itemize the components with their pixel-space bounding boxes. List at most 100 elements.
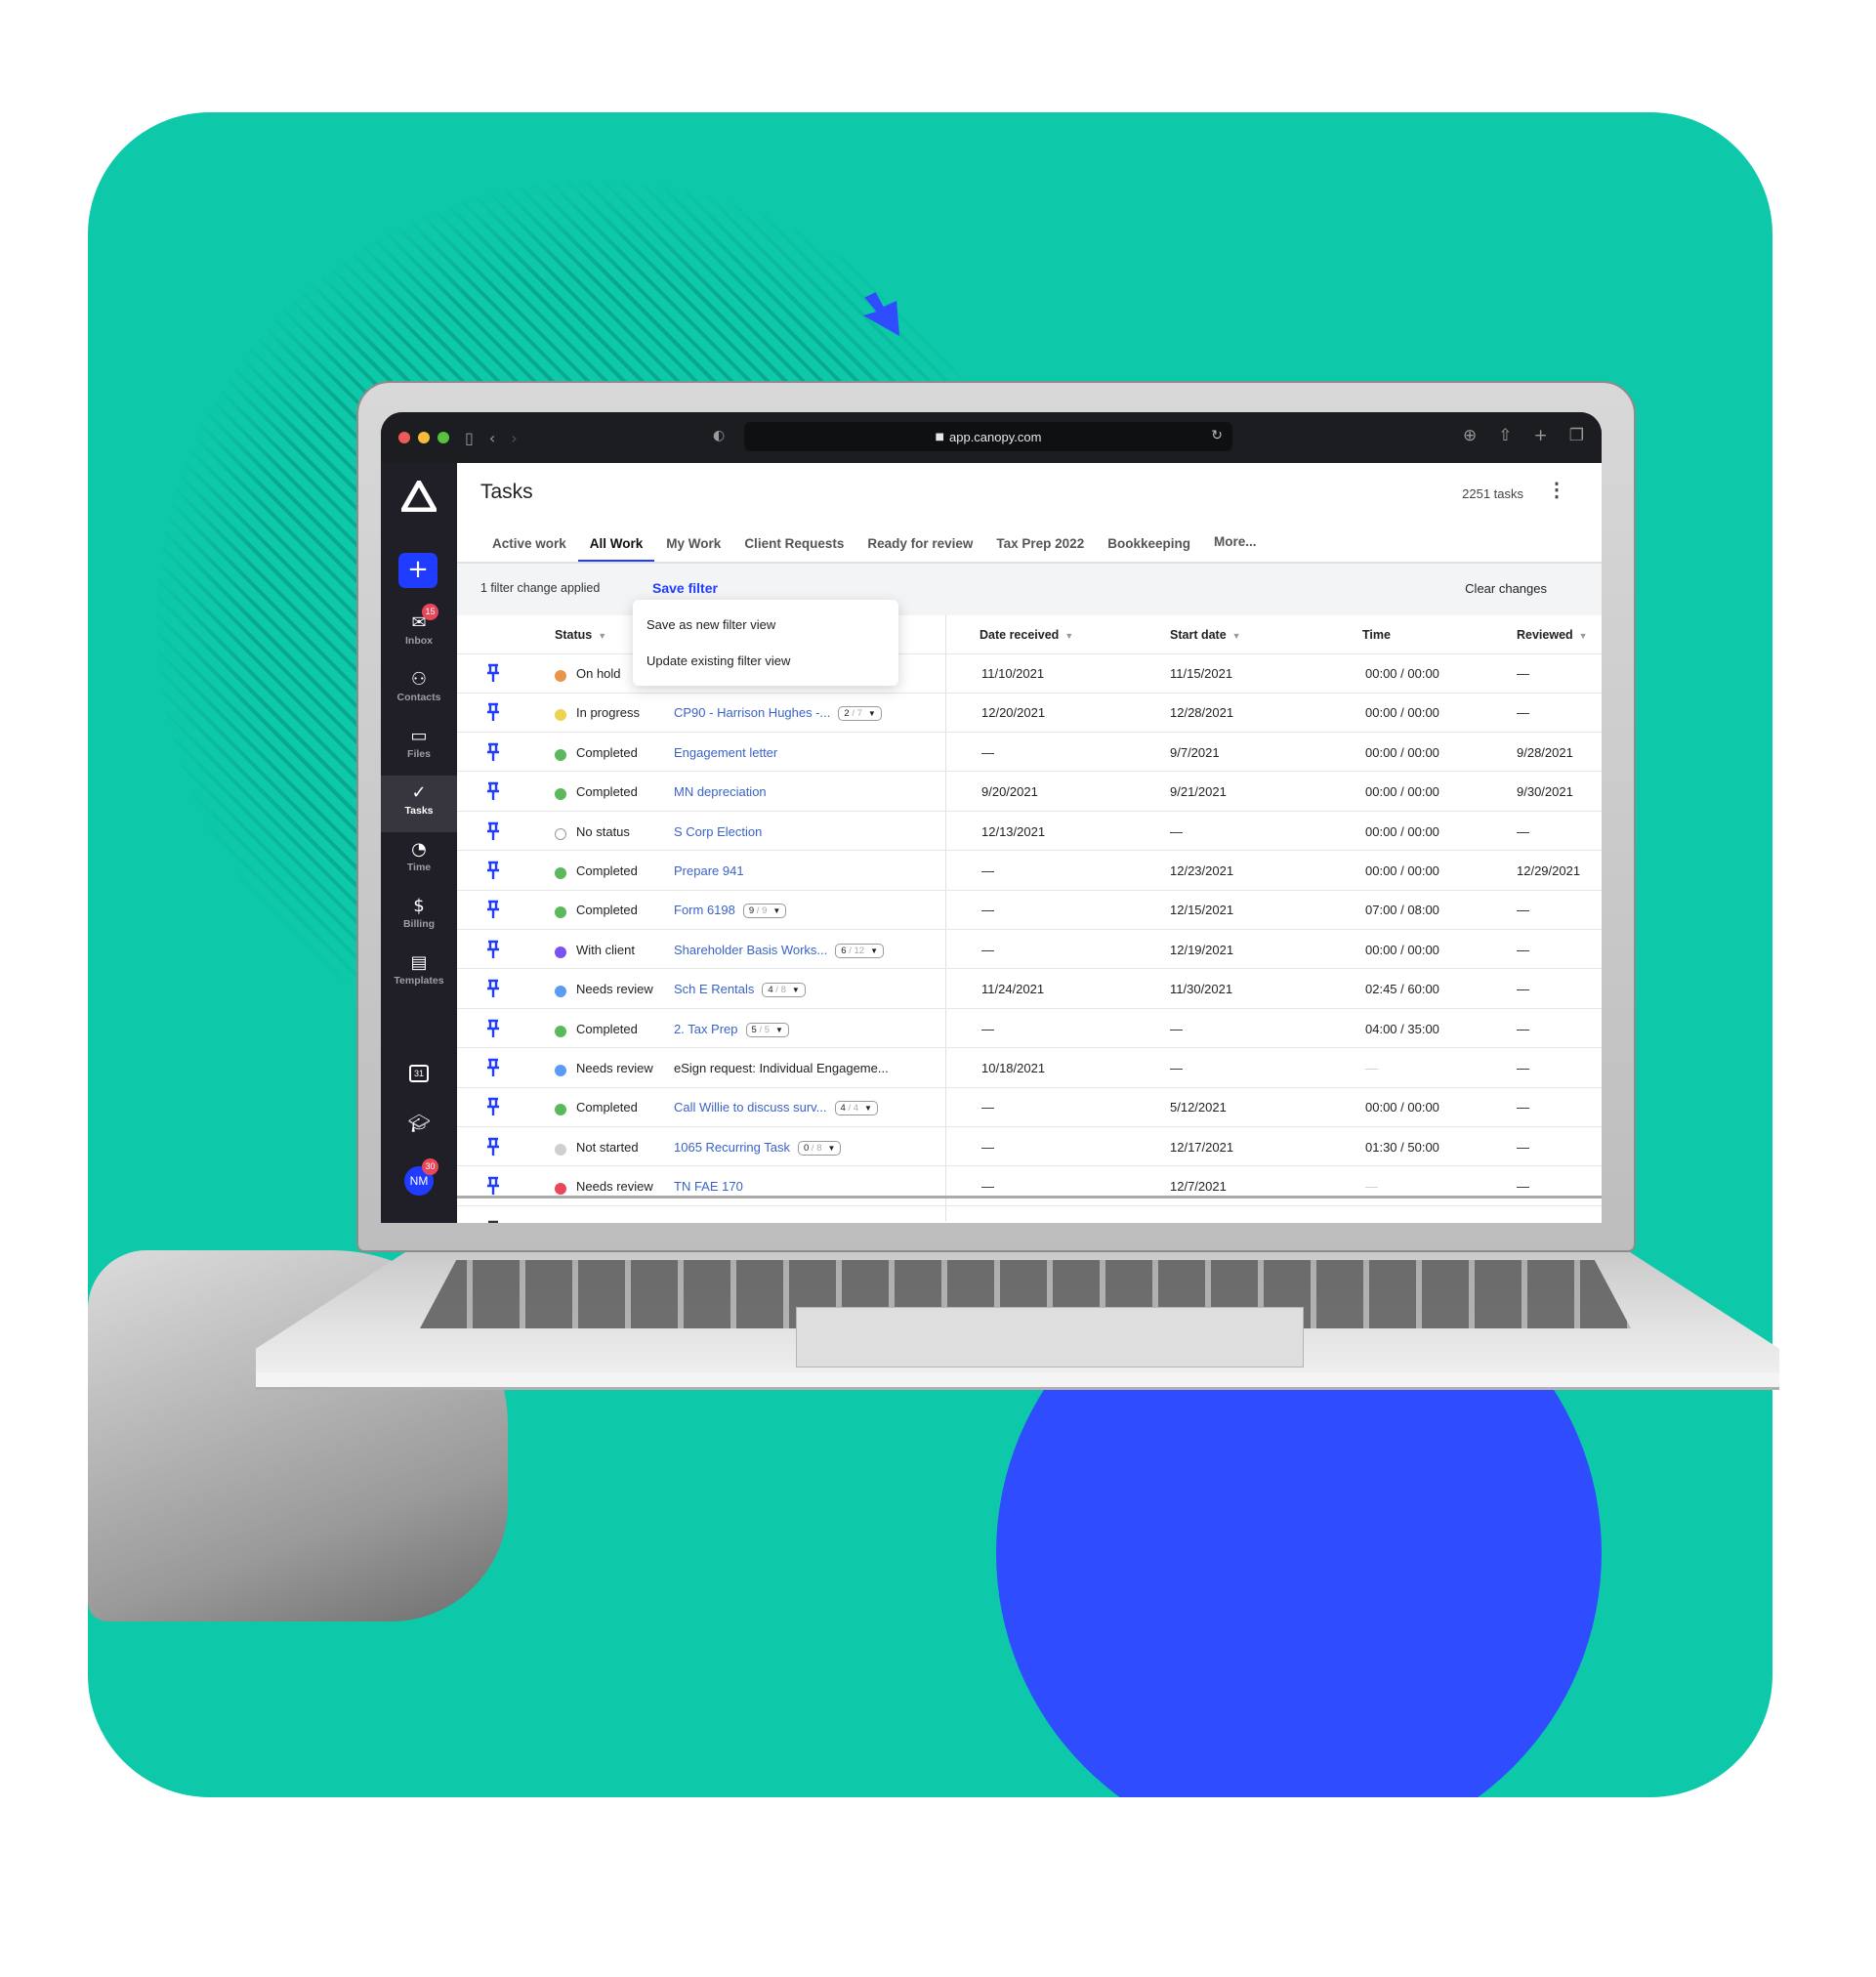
pin-icon[interactable] <box>486 1220 500 1223</box>
table-row[interactable]: No status S Corp Election 12/13/2021 — 00:00… <box>457 813 1602 852</box>
forward-icon[interactable]: › <box>511 429 517 447</box>
task-name[interactable]: Form 6198 <box>674 903 735 917</box>
pin-icon[interactable] <box>486 861 500 880</box>
table-row[interactable]: Completed Form 6198 9 / 9 ▼ — 12/15/2021 07:00… <box>457 891 1602 930</box>
task-name[interactable]: 1065 Recurring Task <box>674 1140 790 1155</box>
table-row[interactable]: Needs review Sch E Rentals 4 / 8 ▼ 11/24/202… <box>457 970 1602 1009</box>
pin-icon[interactable] <box>486 702 500 722</box>
table-row[interactable]: Not started 1065 Recurring Task 0 / 8 ▼ — 12/… <box>457 1128 1602 1167</box>
graduation-cap-icon[interactable]: 🎓︎ <box>381 1114 457 1134</box>
sidebar-item-tasks[interactable]: ✓ Tasks <box>381 776 457 832</box>
close-window-button[interactable] <box>398 432 410 443</box>
sidebar-toggle-icon[interactable]: ▯ <box>465 429 474 447</box>
new-tab-icon[interactable]: + <box>1534 426 1548 445</box>
status-label[interactable]: Needs review <box>576 1179 653 1194</box>
tab-active-work[interactable]: Active work <box>480 531 578 563</box>
subtask-progress-chip[interactable]: 6 / 12 ▼ <box>835 943 884 958</box>
column-date-received[interactable]: Date received ▼ <box>980 628 1073 642</box>
status-label[interactable]: In progress <box>576 705 640 720</box>
download-icon[interactable]: ⊕ <box>1463 426 1477 445</box>
clear-changes-button[interactable]: Clear changes <box>1465 581 1547 596</box>
minimize-window-button[interactable] <box>418 432 430 443</box>
reload-icon[interactable]: ↻ <box>1211 428 1223 443</box>
table-row[interactable]: In progress CP90 - Harrison Hughes -... 2 … <box>457 694 1602 733</box>
table-row[interactable]: Completed MN depreciation 9/20/2021 9/21/20… <box>457 773 1602 812</box>
status-label[interactable]: Completed <box>576 1022 638 1036</box>
menu-item-save-as-new[interactable]: Save as new filter view <box>646 617 775 632</box>
task-name[interactable]: MN depreciation <box>674 784 767 799</box>
pin-icon[interactable] <box>486 900 500 919</box>
more-options-icon[interactable]: ⋮ <box>1547 481 1566 500</box>
pin-icon[interactable] <box>486 781 500 801</box>
task-name[interactable]: 2. Tax Prep <box>674 1022 738 1036</box>
table-row[interactable]: Completed Engagement letter — 9/7/2021 00:00… <box>457 734 1602 773</box>
pin-icon[interactable] <box>486 940 500 959</box>
task-name[interactable]: Shareholder Basis Works... <box>674 943 827 957</box>
sidebar-item-inbox[interactable]: ✉ Inbox 15 <box>381 604 457 662</box>
add-button[interactable]: + <box>398 553 438 588</box>
canopy-logo-icon[interactable] <box>401 481 437 512</box>
column-time[interactable]: Time <box>1362 628 1391 642</box>
pin-icon[interactable] <box>486 1097 500 1116</box>
tab-all-work[interactable]: All Work <box>577 531 655 563</box>
address-bar[interactable]: ■ app.canopy.com ↻ <box>744 422 1232 451</box>
task-name[interactable]: TN FAE 170 <box>674 1179 743 1194</box>
table-row[interactable]: Completedtest 15/17/201700:00 / 00:00 <box>457 1211 1602 1223</box>
subtask-progress-chip[interactable]: 4 / 8 ▼ <box>762 983 806 998</box>
status-label[interactable]: On hold <box>576 666 621 681</box>
pin-icon[interactable] <box>486 979 500 998</box>
tab-more[interactable]: More... <box>1202 531 1269 563</box>
pin-icon[interactable] <box>486 1137 500 1157</box>
status-label[interactable]: Completed <box>576 1100 638 1115</box>
sidebar-item-billing[interactable]: $ Billing <box>381 889 457 946</box>
pin-icon[interactable] <box>486 1058 500 1077</box>
table-row[interactable]: On hold 11/10/2021 11/15/2021 00:00 / 00:00… <box>457 654 1602 694</box>
status-label[interactable]: Needs review <box>576 1061 653 1075</box>
back-icon[interactable]: ‹ <box>489 429 495 447</box>
status-label[interactable]: Needs review <box>576 982 653 996</box>
table-row[interactable]: Completed 2. Tax Prep 5 / 5 ▼ — — 04:00 / 35:0… <box>457 1010 1602 1049</box>
task-name[interactable]: Prepare 941 <box>674 863 744 878</box>
pin-icon[interactable] <box>486 1019 500 1038</box>
task-name[interactable]: Engagement letter <box>674 745 777 760</box>
pin-icon[interactable] <box>486 821 500 841</box>
table-row[interactable]: With client Shareholder Basis Works... 6 /… <box>457 931 1602 970</box>
subtask-progress-chip[interactable]: 5 / 5 ▼ <box>745 1022 789 1037</box>
pin-icon[interactable] <box>486 663 500 683</box>
subtask-progress-chip[interactable]: 4 / 4 ▼ <box>834 1101 878 1116</box>
sidebar-item-templates[interactable]: ▤ Templates <box>381 946 457 1002</box>
task-name[interactable]: S Corp Election <box>674 824 762 839</box>
tabs-overview-icon[interactable]: ❐ <box>1569 426 1584 445</box>
column-reviewed[interactable]: Reviewed ▼ <box>1517 628 1588 642</box>
sidebar-item-time[interactable]: ◔ Time <box>381 832 457 889</box>
status-label[interactable]: No status <box>576 824 630 839</box>
tab-bookkeeping[interactable]: Bookkeeping <box>1096 531 1202 563</box>
share-icon[interactable]: ⇧ <box>1498 426 1512 445</box>
tab-ready-for-review[interactable]: Ready for review <box>855 531 984 563</box>
status-label[interactable]: Not started <box>576 1140 639 1155</box>
user-avatar[interactable]: NM 30 <box>404 1158 438 1196</box>
task-name[interactable]: Call Willie to discuss surv... <box>674 1100 827 1115</box>
sidebar-item-files[interactable]: ▭ Files <box>381 719 457 776</box>
task-name[interactable]: Sch E Rentals <box>674 982 754 996</box>
status-label[interactable]: Completed <box>576 784 638 799</box>
task-name[interactable]: eSign request: Individual Engageme... <box>674 1061 889 1075</box>
tab-client-requests[interactable]: Client Requests <box>732 531 855 563</box>
tab-tax-prep-2022[interactable]: Tax Prep 2022 <box>984 531 1096 563</box>
task-name[interactable]: CP90 - Harrison Hughes -... <box>674 705 830 720</box>
sidebar-item-contacts[interactable]: ⚇ Contacts <box>381 662 457 719</box>
subtask-progress-chip[interactable]: 0 / 8 ▼ <box>798 1140 842 1156</box>
table-row[interactable]: Completed Call Willie to discuss surv... 4… <box>457 1088 1602 1127</box>
maximize-window-button[interactable] <box>438 432 449 443</box>
status-label[interactable]: Completed <box>576 745 638 760</box>
pin-icon[interactable] <box>486 1176 500 1196</box>
column-start-date[interactable]: Start date ▼ <box>1170 628 1241 642</box>
save-filter-button[interactable]: Save filter <box>652 580 718 596</box>
shield-icon[interactable]: ◐ <box>713 428 725 443</box>
status-label[interactable]: With client <box>576 943 635 957</box>
table-row[interactable]: Needs review eSign request: Individual En… <box>457 1049 1602 1088</box>
tab-my-work[interactable]: My Work <box>654 531 732 563</box>
pin-icon[interactable] <box>486 742 500 762</box>
column-status[interactable]: Status ▼ <box>555 628 606 642</box>
table-row[interactable]: Completed Prepare 941 — 12/23/2021 00:00 / 0… <box>457 852 1602 891</box>
